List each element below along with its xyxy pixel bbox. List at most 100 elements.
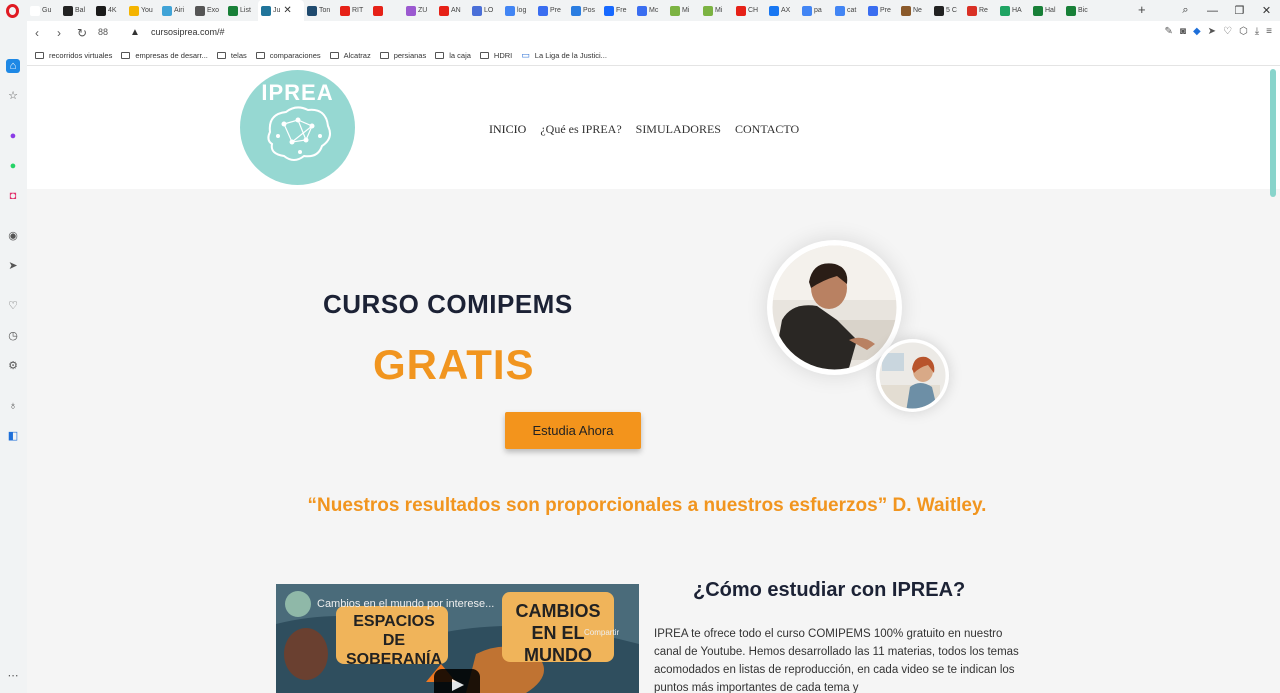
browser-tab[interactable] <box>370 0 403 21</box>
close-tab-icon[interactable]: ✕ <box>283 5 291 16</box>
browser-tab[interactable]: LO <box>469 0 502 21</box>
settings-icon[interactable]: ⚙ <box>6 359 20 373</box>
heart-icon[interactable]: ♡ <box>6 299 20 313</box>
download-icon[interactable]: ⤓ <box>1255 26 1259 37</box>
browser-tab[interactable]: Ne <box>898 0 931 21</box>
minimize-button[interactable]: — <box>1199 5 1226 17</box>
how-to-study-text: IPREA te ofrece todo el curso COMIPEMS 1… <box>654 628 1019 693</box>
heart-icon[interactable]: ♡ <box>1223 26 1232 37</box>
tab-favicon-icon <box>472 5 482 16</box>
bookmark-item[interactable]: la caja <box>435 51 471 60</box>
browser-tab[interactable]: Pre <box>535 0 568 21</box>
browser-tab[interactable]: Mi <box>667 0 700 21</box>
browser-tab[interactable]: Re <box>964 0 997 21</box>
tab-favicon-icon <box>868 5 878 16</box>
tabs-grid-icon[interactable]: 88 <box>98 27 108 37</box>
folder-icon <box>379 51 389 59</box>
tab-search-icon[interactable]: ⌕ <box>1172 4 1199 17</box>
history-icon[interactable]: ◷ <box>6 329 20 343</box>
browser-tab[interactable]: Mc <box>634 0 667 21</box>
shield-icon[interactable]: ◆ <box>1193 26 1201 37</box>
tab-label: Bic <box>1078 7 1088 14</box>
browser-tab[interactable]: CH <box>733 0 766 21</box>
messenger-icon[interactable]: ● <box>6 129 20 143</box>
tab-favicon-icon <box>1066 5 1076 16</box>
browser-tab[interactable]: Bic <box>1063 0 1096 21</box>
tab-label: Bal <box>75 7 86 14</box>
browser-tab[interactable]: Ton <box>304 0 337 21</box>
browser-tab[interactable]: Ju ✕ <box>258 0 304 21</box>
close-window-button[interactable]: ✕ <box>1253 4 1280 17</box>
forward-icon[interactable]: › <box>57 26 61 40</box>
browser-tab[interactable]: Exo <box>192 0 225 21</box>
tab-favicon-icon <box>96 5 106 16</box>
browser-tab[interactable]: List <box>225 0 258 21</box>
tab-label: 4K <box>108 7 117 14</box>
browser-tab[interactable]: Hal <box>1030 0 1063 21</box>
page-scrollbar[interactable] <box>1270 69 1276 197</box>
more-icon[interactable]: ⋯ <box>6 669 20 683</box>
tab-label: AN <box>451 7 461 14</box>
browser-tab[interactable]: 4K <box>93 0 126 21</box>
box-icon[interactable]: ⬡ <box>1239 26 1248 37</box>
bookmark-item[interactable]: telas <box>216 51 247 60</box>
bookmark-item[interactable]: Alcatraz <box>329 51 371 60</box>
tips-icon[interactable]: ♁ <box>6 399 20 413</box>
tab-strip: Gu Bal 4K You Airi Exo List Ju ✕ Ton RIT ZU AN LO log P… <box>27 0 1096 21</box>
browser-tab[interactable]: pa <box>799 0 832 21</box>
browser-tab[interactable]: You <box>126 0 159 21</box>
new-tab-button[interactable]: + <box>1138 2 1146 17</box>
menu-icon[interactable]: ≡ <box>1266 26 1272 37</box>
browser-tab[interactable]: AX <box>766 0 799 21</box>
bookmark-item[interactable]: empresas de desarr... <box>121 51 208 60</box>
browser-tab[interactable]: Gu <box>27 0 60 21</box>
browser-tab[interactable]: HA <box>997 0 1030 21</box>
bookmark-item[interactable]: recorridos virtuales <box>35 51 112 60</box>
browser-tab[interactable]: Pre <box>865 0 898 21</box>
browser-tab[interactable]: RIT <box>337 0 370 21</box>
browser-tab[interactable]: Mi <box>700 0 733 21</box>
whatsapp-icon[interactable]: ● <box>6 159 20 173</box>
nav-link-contacto[interactable]: CONTACTO <box>735 122 799 137</box>
study-now-button[interactable]: Estudia Ahora <box>505 412 641 449</box>
tab-favicon-icon <box>195 5 205 16</box>
instagram-icon[interactable]: ◘ <box>6 189 20 203</box>
nav-link-inicio[interactable]: INICIO <box>489 122 526 137</box>
home-icon[interactable]: ⌂ <box>6 59 20 73</box>
send-icon[interactable]: ➤ <box>1208 26 1216 37</box>
iprea-logo[interactable]: IPREA <box>240 70 355 185</box>
browser-tab[interactable]: Airi <box>159 0 192 21</box>
opera-logo-icon[interactable] <box>6 4 19 18</box>
browser-tab[interactable]: Fre <box>601 0 634 21</box>
edit-icon[interactable]: ✎ <box>1165 26 1173 37</box>
browser-tab[interactable]: Bal <box>60 0 93 21</box>
youtube-video-embed[interactable]: ESPACIOS DE SOBERANÍA CAMBIOS EN EL MUND… <box>276 584 639 693</box>
bookmark-item[interactable]: HDRI <box>479 51 512 60</box>
camera-icon[interactable]: ◙ <box>1180 26 1186 37</box>
browser-tab[interactable]: AN <box>436 0 469 21</box>
browser-tab[interactable]: ZU <box>403 0 436 21</box>
translate-icon[interactable]: ◧ <box>6 429 20 443</box>
bookmark-star-icon[interactable]: ☆ <box>6 89 20 103</box>
tab-label: log <box>517 7 527 14</box>
restore-button[interactable]: ❐ <box>1226 4 1253 17</box>
nav-link-que-es-iprea[interactable]: ¿Qué es IPREA? <box>540 122 621 137</box>
bookmark-item[interactable]: persianas <box>379 51 426 60</box>
url-input[interactable]: cursosiprea.com/# <box>151 27 225 37</box>
reload-icon[interactable]: ↻ <box>77 26 87 40</box>
browser-tab[interactable]: 5 C <box>931 0 964 21</box>
tab-label: LO <box>484 7 494 14</box>
bookmark-item[interactable]: ▭ La Liga de la Justici... <box>521 50 607 61</box>
share-label[interactable]: Compartir <box>584 628 619 637</box>
browser-tab[interactable]: Pos <box>568 0 601 21</box>
browser-tab[interactable]: log <box>502 0 535 21</box>
send-icon[interactable]: ➤ <box>6 259 20 273</box>
video-title[interactable]: Cambios en el mundo por interese... <box>317 598 494 610</box>
back-icon[interactable]: ‹ <box>35 26 39 40</box>
not-secure-warning-icon[interactable]: ▲ <box>130 27 140 38</box>
browser-tab[interactable]: cat <box>832 0 865 21</box>
nav-link-simuladores[interactable]: SIMULADORES <box>636 122 721 137</box>
play-button[interactable] <box>434 669 480 693</box>
player-icon[interactable]: ◉ <box>6 229 20 243</box>
bookmark-item[interactable]: comparaciones <box>255 51 321 60</box>
